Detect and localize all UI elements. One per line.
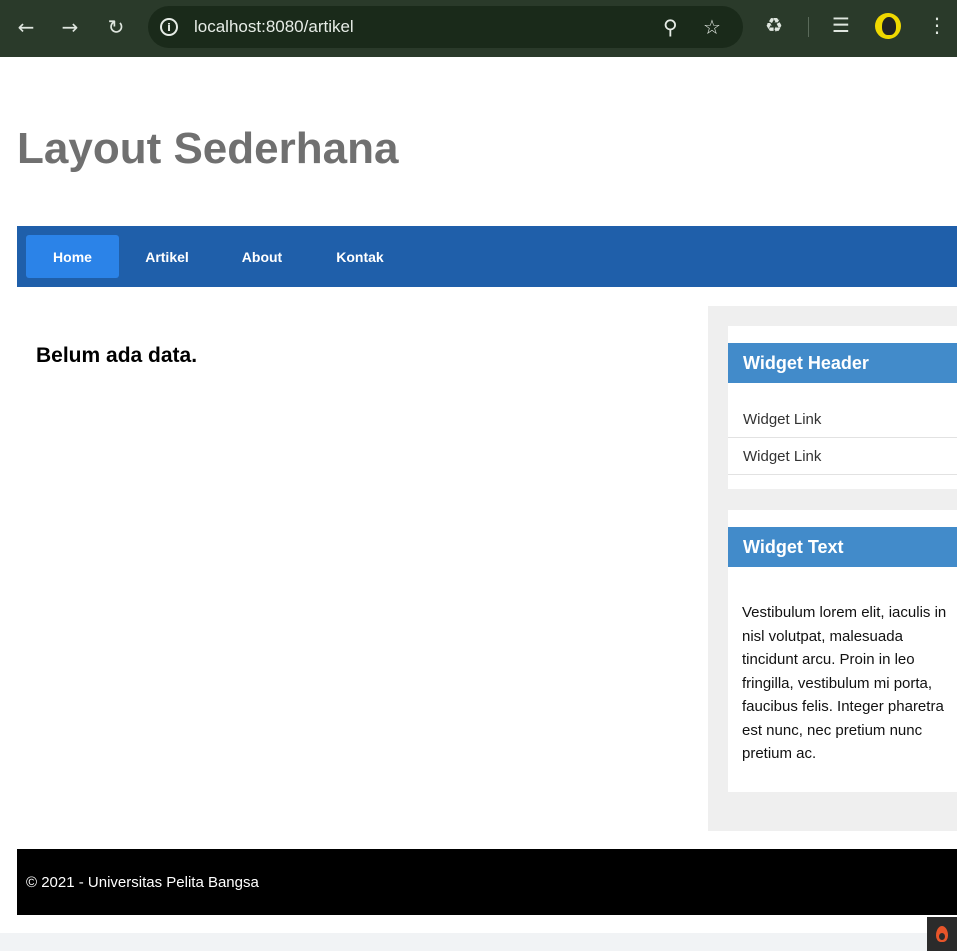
empty-data-message: Belum ada data. [36, 344, 198, 367]
main-nav: Home Artikel About Kontak [17, 226, 957, 287]
flame-icon [936, 926, 948, 942]
nav-kontak[interactable]: Kontak [320, 235, 400, 278]
browser-toolbar: ← → ↻ i localhost:8080/artikel ⚲ ☆ ♻ ☰ ⋮ [0, 0, 957, 57]
back-icon[interactable]: ← [13, 14, 39, 40]
nav-about[interactable]: About [222, 235, 302, 278]
forward-icon[interactable]: → [57, 14, 83, 40]
widget-link[interactable]: Widget Link [728, 402, 957, 438]
nav-artikel[interactable]: Artikel [127, 235, 207, 278]
reload-icon[interactable]: ↻ [103, 14, 129, 40]
widget-links: Widget Header Widget Link Widget Link [728, 326, 957, 489]
widget-link[interactable]: Widget Link [728, 439, 957, 475]
info-icon[interactable]: i [160, 18, 178, 36]
extensions-icon[interactable]: ♻ [765, 13, 783, 37]
avatar[interactable] [875, 13, 901, 39]
debug-toolbar-button[interactable] [927, 917, 957, 951]
widget-text: Widget Text Vestibulum lorem elit, iacul… [728, 510, 957, 792]
media-icon[interactable]: ☰ [832, 13, 850, 37]
toolbar-divider [808, 17, 809, 37]
widget-header: Widget Text [728, 527, 957, 567]
bottom-strip [0, 933, 957, 951]
nav-home[interactable]: Home [26, 235, 119, 278]
zoom-icon[interactable]: ⚲ [663, 15, 678, 39]
sidebar: Widget Header Widget Link Widget Link Wi… [708, 306, 957, 831]
menu-icon[interactable]: ⋮ [927, 13, 947, 37]
address-bar[interactable]: i localhost:8080/artikel ⚲ ☆ [148, 6, 743, 48]
widget-header: Widget Header [728, 343, 957, 383]
star-icon[interactable]: ☆ [703, 15, 721, 39]
widget-paragraph: Vestibulum lorem elit, iaculis in nisl v… [742, 604, 947, 762]
page-title: Layout Sederhana [17, 124, 399, 173]
footer: © 2021 - Universitas Pelita Bangsa [17, 849, 957, 915]
url-text[interactable]: localhost:8080/artikel [194, 17, 354, 37]
